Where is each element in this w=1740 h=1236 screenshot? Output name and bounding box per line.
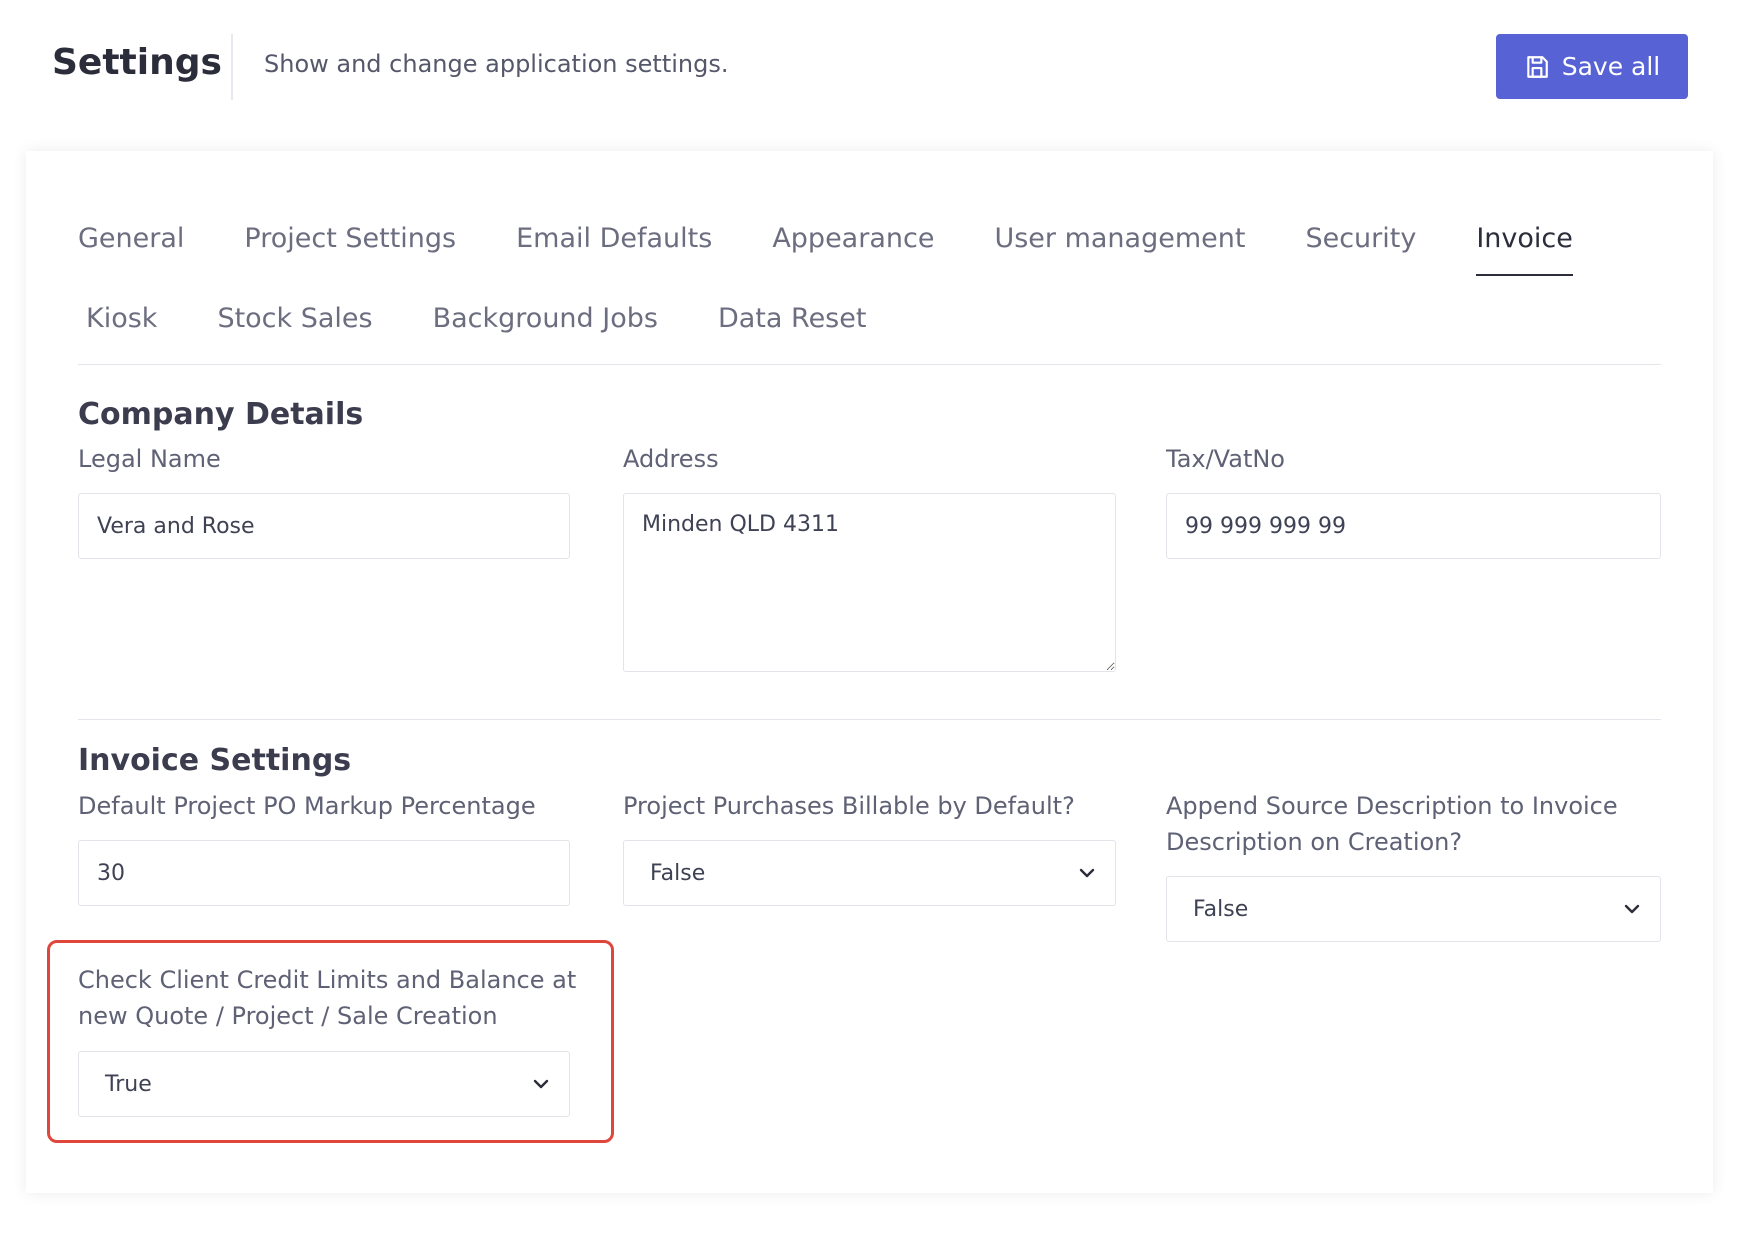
tabs-row-1: General Project Settings Email Defaults … — [78, 223, 1633, 283]
credit-check-label-line2: new Quote / Project / Sale Creation — [78, 1002, 498, 1030]
company-details-title: Company Details — [78, 397, 364, 432]
chevron-down-icon — [1077, 863, 1097, 883]
credit-check-value: True — [105, 1071, 152, 1097]
page-subtitle: Show and change application settings. — [264, 50, 729, 78]
append-description-label: Append Source Description to Invoice Des… — [1166, 788, 1618, 860]
billable-default-value: False — [650, 860, 706, 886]
markup-percentage-input[interactable] — [78, 840, 570, 906]
tab-email-defaults[interactable]: Email Defaults — [516, 223, 712, 276]
chevron-down-icon — [1622, 899, 1642, 919]
address-label: Address — [623, 445, 719, 473]
tab-security[interactable]: Security — [1305, 223, 1416, 276]
legal-name-label: Legal Name — [78, 445, 221, 473]
billable-default-label: Project Purchases Billable by Default? — [623, 792, 1075, 820]
address-textarea[interactable]: Minden QLD 4311 — [623, 493, 1116, 672]
settings-card: General Project Settings Email Defaults … — [26, 151, 1713, 1193]
append-description-select[interactable]: False — [1166, 876, 1661, 942]
header-divider — [231, 34, 233, 100]
billable-default-select[interactable]: False — [623, 840, 1116, 906]
save-all-label: Save all — [1561, 52, 1661, 81]
tab-appearance[interactable]: Appearance — [772, 223, 934, 276]
section-divider — [78, 719, 1661, 720]
tab-data-reset[interactable]: Data Reset — [718, 303, 866, 356]
tab-background-jobs[interactable]: Background Jobs — [433, 303, 658, 356]
credit-check-label-line1: Check Client Credit Limits and Balance a… — [78, 966, 577, 994]
credit-check-label: Check Client Credit Limits and Balance a… — [78, 962, 576, 1034]
chevron-down-icon — [531, 1074, 551, 1094]
tab-project-settings[interactable]: Project Settings — [244, 223, 456, 276]
save-all-button[interactable]: Save all — [1496, 34, 1688, 99]
legal-name-input[interactable] — [78, 493, 570, 559]
settings-page: Settings Show and change application set… — [0, 0, 1740, 1236]
tabs-divider — [78, 364, 1661, 365]
tab-invoice[interactable]: Invoice — [1476, 223, 1573, 276]
append-description-value: False — [1193, 896, 1249, 922]
tab-user-management[interactable]: User management — [994, 223, 1245, 276]
tab-stock-sales[interactable]: Stock Sales — [217, 303, 372, 356]
tabs-row-2: Kiosk Stock Sales Background Jobs Data R… — [86, 303, 926, 363]
tab-general[interactable]: General — [78, 223, 184, 276]
credit-check-select[interactable]: True — [78, 1051, 570, 1117]
invoice-settings-title: Invoice Settings — [78, 743, 352, 778]
append-description-label-line2: Description on Creation? — [1166, 828, 1463, 856]
page-title: Settings — [52, 42, 222, 83]
append-description-label-line1: Append Source Description to Invoice — [1166, 792, 1618, 820]
markup-percentage-label: Default Project PO Markup Percentage — [78, 792, 536, 820]
page-header: Settings Show and change application set… — [0, 0, 1740, 135]
tax-vat-label: Tax/VatNo — [1166, 445, 1285, 473]
tax-vat-input[interactable] — [1166, 493, 1661, 559]
floppy-disk-icon — [1524, 54, 1550, 80]
tab-kiosk[interactable]: Kiosk — [86, 303, 157, 356]
